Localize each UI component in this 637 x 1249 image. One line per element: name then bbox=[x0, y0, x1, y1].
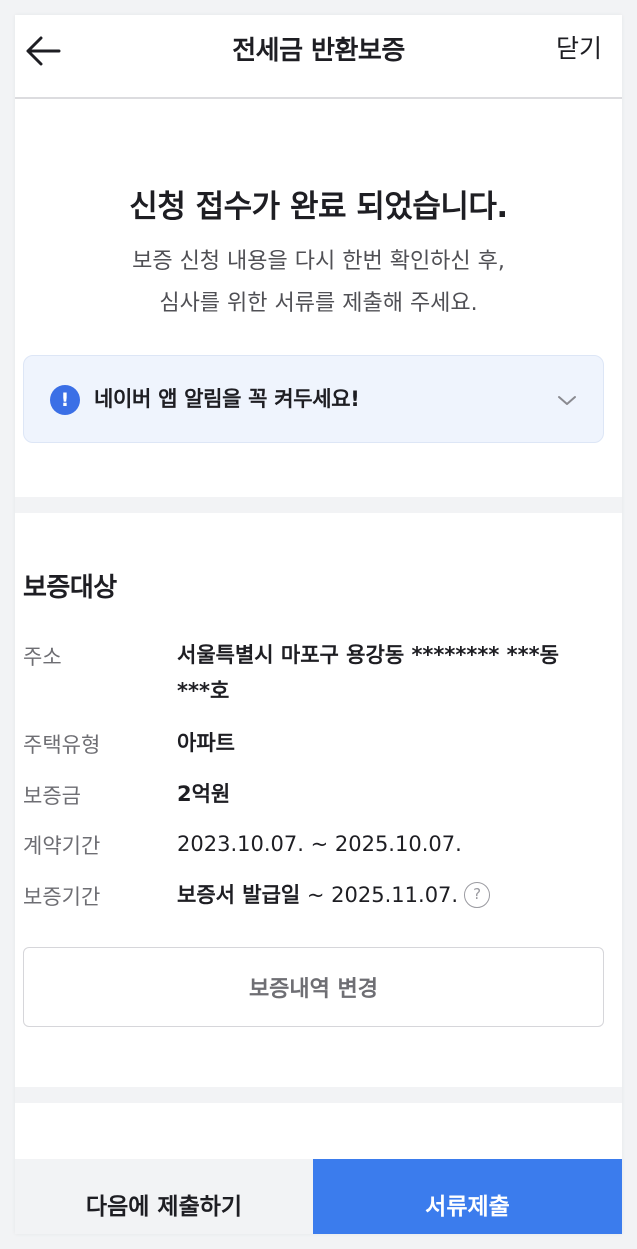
guarantee-period-start: 보증서 발급일 bbox=[177, 883, 301, 907]
completion-title: 신청 접수가 완료 되었습니다. bbox=[129, 189, 508, 225]
section-divider bbox=[15, 497, 622, 513]
change-guarantee-button[interactable]: 보증내역 변경 bbox=[23, 947, 604, 1027]
contract-period-label: 계약기간 bbox=[23, 834, 101, 858]
guarantee-period-end: ~ 2025.11.07. bbox=[300, 883, 459, 907]
exclamation-circle-icon: ! bbox=[50, 385, 80, 415]
guarantee-period-label: 보증기간 bbox=[23, 885, 101, 909]
question-circle-icon[interactable]: ? bbox=[464, 882, 491, 908]
description-line: 보증 신청 내용을 다시 한번 확인하신 후, bbox=[132, 249, 505, 274]
page-title: 전세금 반환보증 bbox=[232, 36, 405, 66]
contract-period-value: 2023.10.07. ~ 2025.10.07. bbox=[177, 832, 462, 856]
description-line: 심사를 위한 서류를 제출해 주세요. bbox=[159, 291, 478, 316]
bottom-action-bar: 다음에 제출하기 서류제출 bbox=[15, 1159, 622, 1234]
submit-documents-button[interactable]: 서류제출 bbox=[313, 1159, 622, 1234]
close-button[interactable]: 닫기 bbox=[556, 29, 602, 65]
screen: 전세금 반환보증 닫기 신청 접수가 완료 되었습니다. 보증 신청 내용을 다… bbox=[15, 15, 622, 1234]
notification-banner[interactable]: ! 네이버 앱 알림을 꼭 켜두세요! bbox=[23, 355, 604, 443]
chevron-down-icon[interactable] bbox=[555, 388, 579, 412]
deposit-label: 보증금 bbox=[23, 784, 81, 808]
submit-later-button[interactable]: 다음에 제출하기 bbox=[15, 1159, 313, 1234]
notification-banner-text: 네이버 앱 알림을 꼭 켜두세요! bbox=[94, 387, 360, 411]
section-divider bbox=[15, 1087, 622, 1103]
guarantee-period-value: 보증서 발급일 ~ 2025.11.07.? bbox=[177, 877, 597, 913]
house-type-value: 아파트 bbox=[177, 731, 235, 755]
address-label: 주소 bbox=[23, 645, 62, 669]
completion-description: 보증 신청 내용을 다시 한번 확인하신 후, 심사를 위한 서류를 제출해 주… bbox=[15, 241, 622, 325]
address-value: 서울특별시 마포구 용강동 ******** ***동 ***호 bbox=[177, 643, 559, 703]
house-type-label: 주택유형 bbox=[23, 733, 101, 757]
section-title: 보증대상 bbox=[23, 573, 117, 603]
app-header: 전세금 반환보증 닫기 bbox=[15, 15, 622, 99]
deposit-value: 2억원 bbox=[177, 782, 231, 806]
